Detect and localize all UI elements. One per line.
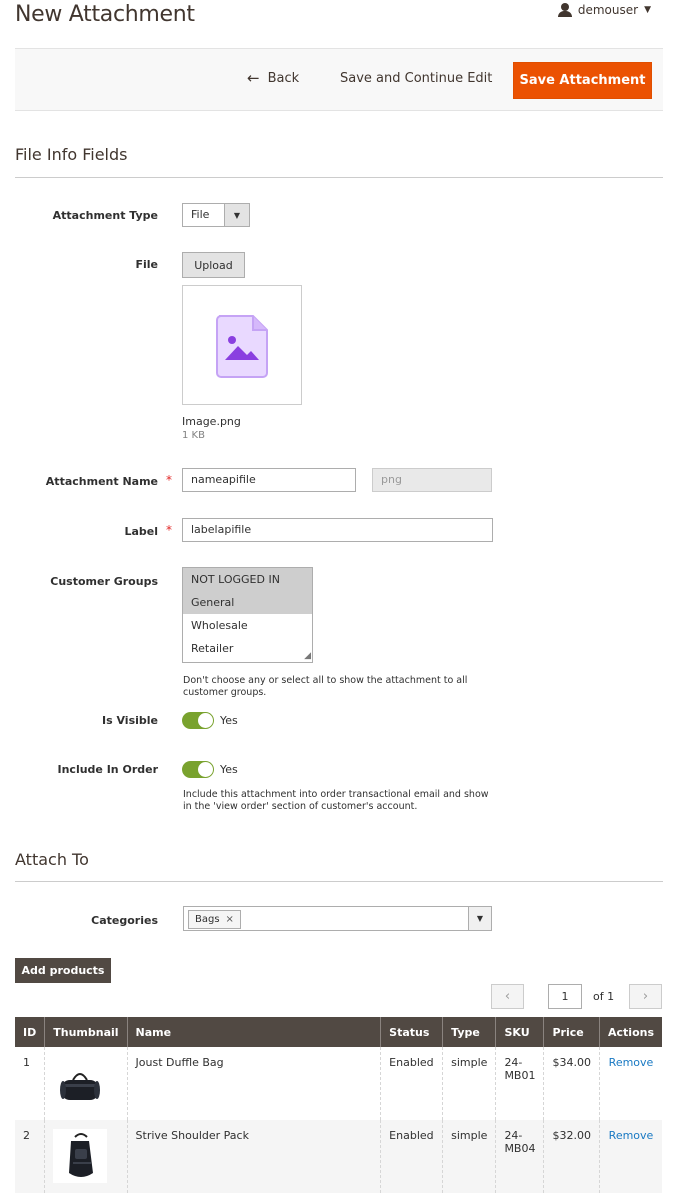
- file-name[interactable]: Image.png: [182, 415, 241, 428]
- attachment-name-label: Attachment Name: [45, 475, 158, 488]
- save-attachment-button[interactable]: Save Attachment: [513, 62, 652, 99]
- cell-sku: 24-MB01: [495, 1047, 545, 1120]
- user-name: demouser: [577, 3, 639, 17]
- is-visible-toggle[interactable]: [182, 712, 214, 729]
- user-icon: [557, 3, 572, 17]
- add-products-button[interactable]: Add products: [15, 958, 111, 983]
- column-header-type[interactable]: Type: [442, 1017, 497, 1047]
- cell-price: $34.00: [543, 1047, 600, 1120]
- cell-name: Strive Shoulder Pack: [127, 1120, 382, 1193]
- page-count: of 1: [593, 990, 615, 1003]
- column-header-actions: Actions: [599, 1017, 662, 1047]
- attachment-type-value: File: [191, 208, 210, 221]
- cell-status: Enabled: [380, 1120, 444, 1193]
- chevron-down-icon[interactable]: ▼: [468, 907, 491, 930]
- customer-group-option[interactable]: NOT LOGGED IN: [183, 568, 312, 591]
- cell-type: simple: [442, 1047, 497, 1120]
- cell-status: Enabled: [380, 1047, 444, 1120]
- customer-group-option[interactable]: Wholesale: [183, 614, 312, 637]
- column-header-price[interactable]: Price: [543, 1017, 600, 1047]
- column-header-status[interactable]: Status: [380, 1017, 444, 1047]
- cell-name: Joust Duffle Bag: [127, 1047, 382, 1120]
- column-header-thumbnail[interactable]: Thumbnail: [44, 1017, 128, 1047]
- customer-groups-multiselect[interactable]: NOT LOGGED IN General Wholesale Retailer…: [182, 567, 313, 663]
- chevron-left-icon: ‹: [504, 989, 511, 1004]
- section-divider: [15, 881, 663, 882]
- cell-thumbnail: [44, 1047, 128, 1120]
- cell-actions: Remove: [599, 1120, 662, 1193]
- label-input[interactable]: labelapifile: [182, 518, 493, 542]
- products-grid: ID Thumbnail Name Status Type SKU Price …: [15, 1017, 662, 1193]
- page-actions-bar: ← Back Save and Continue Edit Save Attac…: [15, 48, 663, 111]
- column-header-id[interactable]: ID: [15, 1017, 46, 1047]
- table-row[interactable]: 2 Strive Shoulder Pack Enabled simple 24…: [15, 1120, 662, 1193]
- categories-label: Categories: [91, 914, 158, 927]
- duffle-bag-image: [60, 1073, 101, 1100]
- column-header-sku[interactable]: SKU: [495, 1017, 545, 1047]
- category-chip: Bags ×: [188, 910, 241, 929]
- cell-thumbnail: [44, 1120, 128, 1193]
- caret-down-icon: ▼: [644, 5, 651, 15]
- resize-handle-icon[interactable]: ◢: [304, 652, 311, 661]
- customer-group-option[interactable]: General: [183, 591, 312, 614]
- is-visible-value: Yes: [220, 714, 238, 727]
- cell-sku: 24-MB04: [495, 1120, 545, 1193]
- next-page-button[interactable]: ›: [629, 984, 662, 1009]
- attachment-type-select[interactable]: File ▼: [182, 203, 250, 227]
- shoulder-pack-image: [69, 1133, 94, 1177]
- customer-groups-note: Don't choose any or select all to show t…: [183, 675, 468, 698]
- save-and-continue-button[interactable]: Save and Continue Edit: [340, 71, 492, 86]
- previous-page-button[interactable]: ‹: [491, 984, 524, 1009]
- cell-price: $32.00: [543, 1120, 600, 1193]
- table-row[interactable]: 1 Joust Duffle Bag Enabled simple 24-MB0…: [15, 1047, 662, 1120]
- page-title: New Attachment: [15, 2, 195, 27]
- file-info-section-title[interactable]: File Info Fields: [15, 145, 128, 164]
- chevron-right-icon: ›: [642, 989, 649, 1004]
- cell-id: 1: [15, 1047, 46, 1120]
- attachment-type-label: Attachment Type: [52, 209, 158, 222]
- upload-button[interactable]: Upload: [182, 252, 245, 278]
- product-thumbnail: [53, 1129, 108, 1183]
- required-marker: *: [166, 473, 172, 487]
- include-in-order-toggle[interactable]: [182, 761, 214, 778]
- customer-group-option[interactable]: Retailer: [183, 637, 312, 660]
- cell-id: 2: [15, 1120, 46, 1193]
- close-icon[interactable]: ×: [226, 914, 234, 925]
- cell-type: simple: [442, 1120, 497, 1193]
- chevron-down-icon: ▼: [224, 204, 249, 226]
- file-size: 1 KB: [182, 430, 205, 441]
- include-in-order-value: Yes: [220, 763, 238, 776]
- label-field-label: Label: [124, 525, 158, 538]
- image-file-icon: [216, 315, 268, 378]
- cell-actions: Remove: [600, 1047, 663, 1120]
- file-label: File: [135, 258, 158, 271]
- include-in-order-note: Include this attachment into order trans…: [183, 789, 489, 812]
- is-visible-label: Is Visible: [102, 714, 158, 727]
- attachment-name-input[interactable]: nameapifile: [182, 468, 356, 492]
- page-number-input[interactable]: 1: [548, 984, 582, 1009]
- remove-link[interactable]: Remove: [609, 1056, 654, 1069]
- user-menu[interactable]: demouser ▼: [557, 3, 651, 17]
- remove-link[interactable]: Remove: [609, 1129, 654, 1142]
- toggle-knob: [198, 762, 213, 777]
- back-label: Back: [267, 71, 300, 86]
- attach-to-section-title[interactable]: Attach To: [15, 850, 89, 869]
- file-preview[interactable]: [182, 285, 302, 405]
- product-thumbnail: [53, 1056, 108, 1110]
- column-header-name[interactable]: Name: [127, 1017, 382, 1047]
- customer-groups-label: Customer Groups: [50, 575, 158, 588]
- arrow-left-icon: ←: [247, 69, 260, 87]
- toggle-knob: [198, 713, 213, 728]
- categories-select[interactable]: Bags × ▼: [183, 906, 492, 931]
- include-in-order-label: Include In Order: [57, 763, 159, 776]
- required-marker: *: [166, 523, 172, 537]
- back-button[interactable]: ← Back: [247, 69, 300, 87]
- section-divider: [15, 177, 663, 178]
- extension-input: png: [372, 468, 492, 492]
- category-chip-label: Bags: [195, 914, 220, 925]
